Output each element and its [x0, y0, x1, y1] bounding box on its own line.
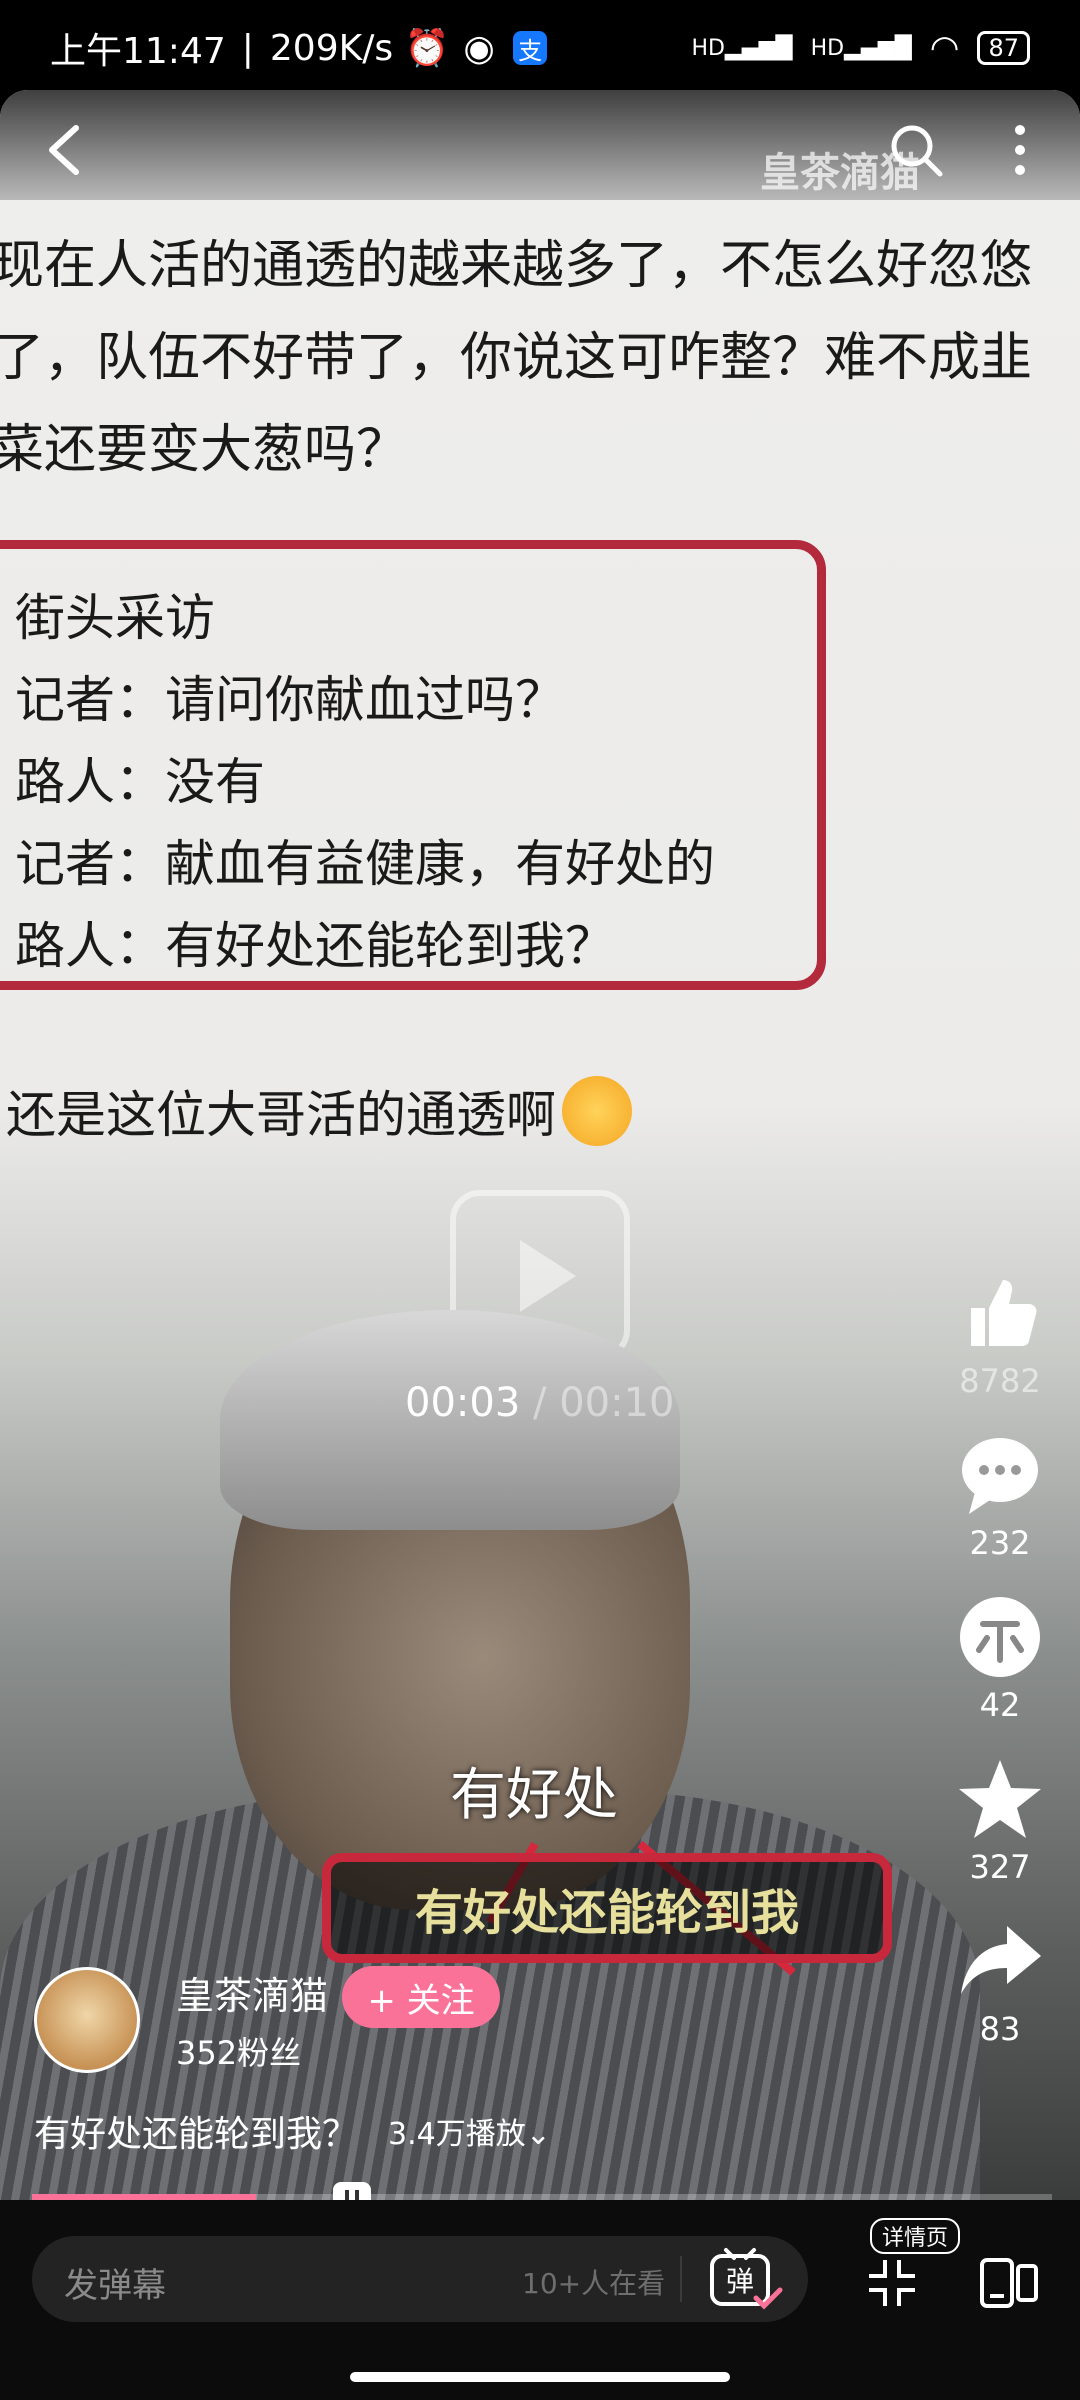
more-icon[interactable]	[1000, 120, 1040, 180]
coin-button[interactable]: 42	[957, 1594, 1043, 1724]
side-actions: 8782 232 42 327 83	[950, 1270, 1050, 2080]
video-title-row[interactable]: 有好处还能轮到我？ 3.4万播放⌄	[34, 2105, 551, 2157]
signal-2-icon: HD▂▄▆█	[810, 35, 912, 61]
favorite-count: 327	[969, 1848, 1031, 1886]
view-count[interactable]: 3.4万播放⌄	[388, 2109, 551, 2153]
detail-page-label[interactable]: 详情页	[870, 2218, 961, 2254]
quote-line: 路人：没有	[15, 753, 265, 811]
like-count: 8782	[959, 1362, 1041, 1400]
interview-quote-box: 街头采访 记者：请问你献血过吗？ 路人：没有 记者：献血有益健康，有好处的 路人…	[0, 540, 826, 990]
app-notification-icon: ◉	[463, 27, 495, 69]
video-caption-top: 有好处	[450, 1763, 618, 1828]
back-icon[interactable]	[40, 120, 90, 180]
author-info[interactable]: 皇茶滴猫 352粉丝	[34, 1965, 328, 2074]
wifi-icon: ◠	[929, 28, 960, 68]
quote-line: 记者：请问你献血过吗？	[15, 671, 565, 729]
comment-count: 232	[969, 1524, 1031, 1562]
playback-time: 00:03 / 00:10	[405, 1380, 674, 1426]
chevron-down-icon: ⌄	[525, 2117, 551, 2152]
time-separator: /	[533, 1380, 547, 1426]
alipay-icon: 支	[513, 31, 548, 65]
article-line: 现在人活的通透的越来越多了，不怎么好忽悠	[0, 236, 1033, 296]
follow-button[interactable]: + 关注	[342, 1966, 500, 2028]
favorite-button[interactable]: 327	[957, 1756, 1043, 1886]
video-title: 有好处还能轮到我？	[34, 2114, 359, 2155]
search-icon[interactable]	[886, 120, 946, 180]
share-button[interactable]: 83	[957, 1918, 1043, 2048]
home-indicator[interactable]	[350, 2372, 730, 2382]
exit-fullscreen-icon[interactable]	[865, 2256, 919, 2310]
signal-1-icon: HD▂▄▆█	[691, 35, 793, 61]
avatar[interactable]	[34, 1966, 140, 2073]
danmaku-placeholder: 发弹幕	[64, 2266, 166, 2306]
quote-line: 街头采访	[15, 589, 215, 647]
divider	[680, 2256, 682, 2302]
share-icon	[961, 1926, 1041, 1994]
video-player[interactable]: 皇茶滴猫 现在人活的通透的越来越多了，不怎么好忽悠 了，队伍不好带了，你说这可咋…	[0, 90, 1080, 2200]
author-name[interactable]: 皇茶滴猫	[176, 1965, 328, 2020]
laughing-emoji-icon	[562, 1076, 632, 1146]
closing-remark: 还是这位大哥活的通透啊	[6, 1075, 632, 1147]
status-bar: 上午11:47 | 209K/s ⏰ ◉ 支 HD▂▄▆█ HD▂▄▆█ ◠ 8…	[0, 0, 1080, 96]
article-text: 现在人活的通透的越来越多了，不怎么好忽悠 了，队伍不好带了，你说这可咋整？难不成…	[0, 220, 1080, 496]
alarm-icon: ⏰	[404, 28, 450, 69]
coin-icon	[960, 1597, 1040, 1677]
time-total: 00:10	[559, 1380, 675, 1426]
svg-text:弹: 弹	[726, 2265, 754, 2298]
network-speed: 209K/s	[269, 27, 394, 69]
share-count: 83	[979, 2010, 1021, 2048]
article-line: 菜还要变大葱吗？	[0, 420, 409, 480]
danmaku-input[interactable]: 发弹幕 10+人在看 弹	[32, 2236, 808, 2322]
thumbs-up-icon	[971, 1280, 1037, 1346]
switch-view-icon[interactable]	[978, 2256, 1040, 2310]
article-line: 了，队伍不好带了，你说这可咋整？难不成韭	[0, 328, 1033, 388]
coin-count: 42	[979, 1686, 1021, 1724]
battery-icon: 87	[977, 31, 1030, 65]
comment-icon	[962, 1438, 1038, 1514]
watching-count: 10+人在看	[522, 2267, 666, 2300]
time-current: 00:03	[405, 1380, 521, 1426]
star-icon	[959, 1760, 1041, 1838]
video-caption-boxed: 有好处还能轮到我	[414, 1885, 799, 1941]
quote-line: 记者：献血有益健康，有好处的	[15, 835, 715, 893]
status-time: 上午11:47	[50, 31, 226, 72]
comment-button[interactable]: 232	[957, 1432, 1043, 1562]
quote-line: 路人：有好处还能轮到我？	[15, 917, 615, 975]
like-button[interactable]: 8782	[957, 1270, 1043, 1400]
author-fans: 352粉丝	[176, 2034, 302, 2072]
danmaku-toggle-icon[interactable]: 弹	[704, 2246, 784, 2312]
video-caption-box: 有好处还能轮到我	[322, 1853, 892, 1963]
